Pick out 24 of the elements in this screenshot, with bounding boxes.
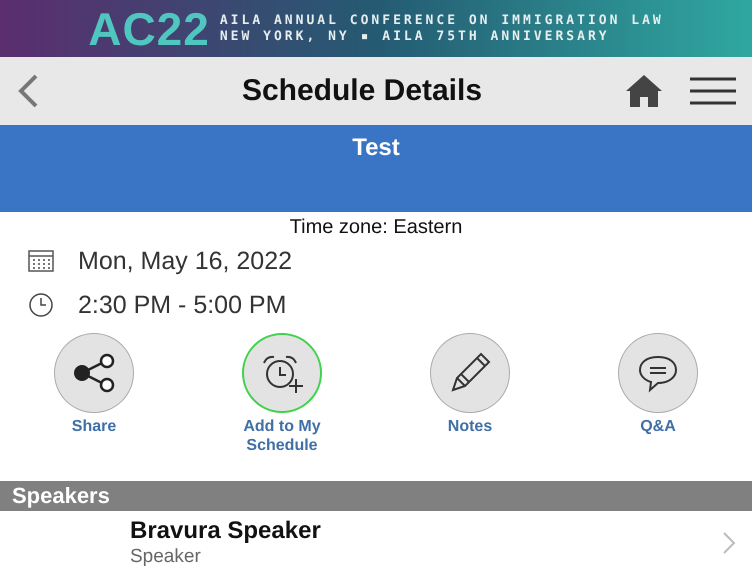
banner-text: NEW YORK, NY ▪ AILA 75TH ANNIVERSARY bbox=[220, 29, 611, 44]
home-icon[interactable] bbox=[624, 73, 664, 109]
screen-title: Schedule Details bbox=[240, 74, 484, 108]
alarm-clock-icon bbox=[260, 353, 304, 393]
speaker-row[interactable]: Bravura Speaker Speaker bbox=[0, 511, 752, 568]
banner-text: AILA ANNUAL CONFERENCE ON IMMIGRATION LAW bbox=[220, 13, 664, 28]
speaker-role: Speaker bbox=[130, 546, 202, 568]
session-title: Test bbox=[352, 134, 400, 162]
action-button[interactable]: Add to My Schedule bbox=[217, 333, 347, 455]
action-button[interactable]: Notes bbox=[405, 333, 535, 436]
speech-bubble-icon bbox=[636, 353, 680, 393]
time-zone-label: Time zone: Eastern bbox=[288, 216, 464, 239]
session-time: 2:30 PM - 5:00 PM bbox=[78, 290, 286, 320]
chevron-right-icon bbox=[722, 530, 736, 554]
clock-icon bbox=[28, 292, 54, 318]
banner-logo: AC22 bbox=[88, 2, 210, 56]
section-header: Speakers bbox=[0, 481, 752, 511]
menu-icon[interactable] bbox=[690, 76, 736, 106]
back-icon[interactable] bbox=[16, 73, 40, 109]
action-button[interactable]: Q&A bbox=[593, 333, 723, 436]
action-button[interactable]: Share bbox=[29, 333, 159, 436]
calendar-icon bbox=[28, 250, 54, 272]
speaker-name: Bravura Speaker bbox=[130, 517, 322, 545]
session-date: Mon, May 16, 2022 bbox=[78, 246, 292, 276]
